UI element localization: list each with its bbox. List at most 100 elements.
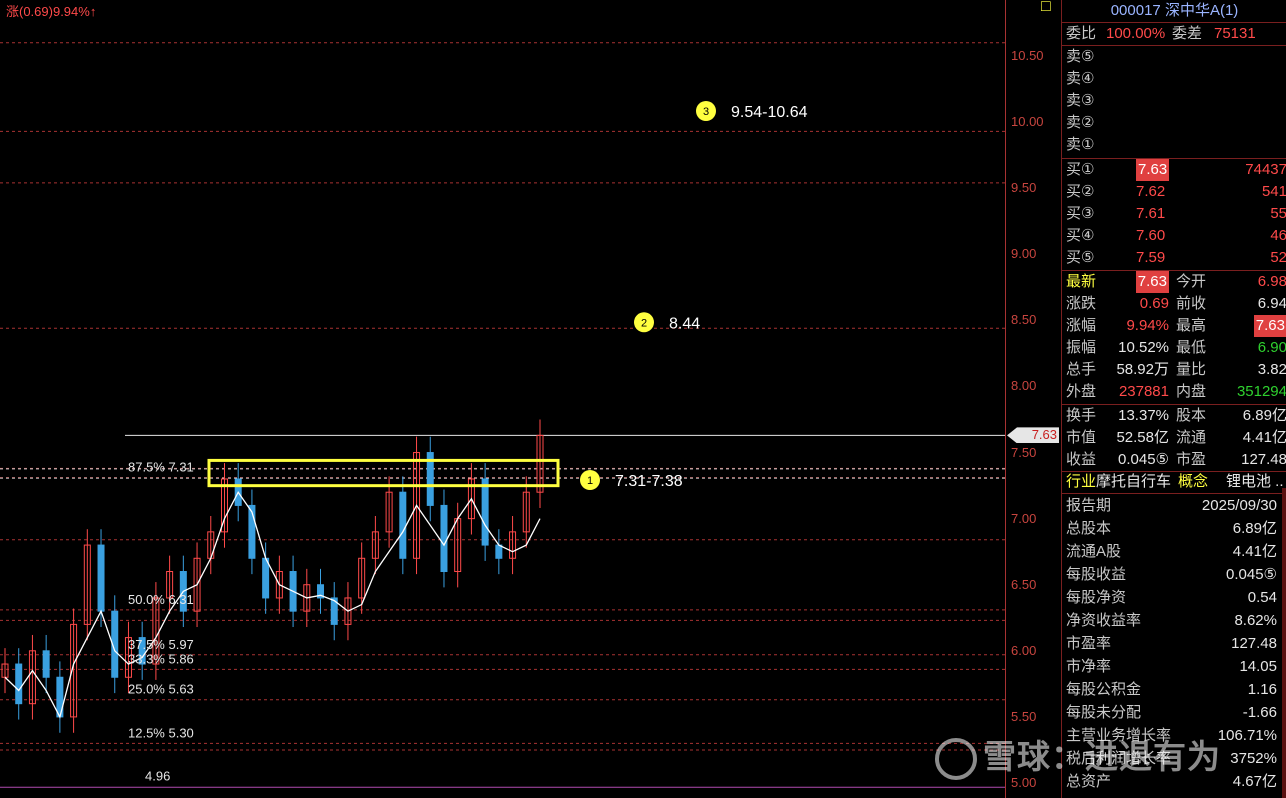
stat-row: 涨幅 9.94% 最高 7.63 xyxy=(1062,315,1286,337)
finance-label: 每股收益 xyxy=(1066,566,1127,583)
sell-row[interactable]: 卖① xyxy=(1062,134,1286,156)
stat-label: 最低 xyxy=(1176,339,1207,356)
target-marker[interactable]: 2 8.44 xyxy=(634,312,700,333)
stat-value: 3.82 xyxy=(1257,361,1286,378)
buy-row[interactable]: 买⑤ 7.59 52 xyxy=(1062,247,1286,269)
stat-label: 今开 xyxy=(1176,273,1207,290)
finance-label: 报告期 xyxy=(1066,497,1112,514)
kline-svg[interactable]: 87.5% 7.31 50.0% 6.31 37.5% 5.9733.3% 5.86… xyxy=(0,0,1005,798)
finance-row: 市盈率 127.48 xyxy=(1062,632,1286,655)
finance-row: 流通A股 4.41亿 xyxy=(1062,540,1286,563)
kline-chart[interactable]: 87.5% 7.31 50.0% 6.31 37.5% 5.97 33.3% 5.86… xyxy=(0,0,1005,798)
buy-volume: 74437 xyxy=(1245,161,1286,178)
finance-row: 每股净资 0.54 xyxy=(1062,586,1286,609)
finance-row: 市净率 14.05 xyxy=(1062,655,1286,678)
buy-volume: 541 xyxy=(1261,183,1286,200)
buy-volume: 55 xyxy=(1270,205,1286,222)
finance-value: 8.62% xyxy=(1234,612,1277,629)
industry-value[interactable]: 摩托自行车 xyxy=(1096,471,1171,493)
finance-value: 3752% xyxy=(1230,750,1277,767)
axis-tick-label: 6.00 xyxy=(1011,642,1037,658)
stat-label: 总手 xyxy=(1066,361,1097,378)
buy-row[interactable]: 买④ 7.60 46 xyxy=(1062,225,1286,247)
axis-tick-label: 7.00 xyxy=(1011,510,1037,526)
finance-label: 流通A股 xyxy=(1066,543,1122,560)
axis-tick-label: 10.50 xyxy=(1011,48,1044,63)
sell-row[interactable]: 卖⑤ xyxy=(1062,46,1286,68)
finance-row: 报告期 2025/09/30 xyxy=(1062,494,1286,517)
finance-value: 4.41亿 xyxy=(1232,543,1277,560)
stat-row: 收益 0.045⑤ 市盈 127.48 xyxy=(1062,449,1286,471)
buy-volume: 46 xyxy=(1270,227,1286,244)
weicha-value: 75131 xyxy=(1214,25,1256,42)
finance-value: 106.71% xyxy=(1217,727,1277,744)
finance-label: 市净率 xyxy=(1066,658,1112,675)
industry-row: 行业 摩托自行车 概念 锂电池 .. xyxy=(1062,471,1286,493)
sell-row[interactable]: 卖② xyxy=(1062,112,1286,134)
weicha-label: 委差 xyxy=(1172,25,1203,42)
stat-value: 7.63 xyxy=(1135,271,1169,293)
stat-value: 13.37% xyxy=(1118,407,1169,424)
stat-value: 4.41亿 xyxy=(1242,429,1286,446)
buy-label: 买④ xyxy=(1066,227,1095,244)
stat-row: 外盘 237881 内盘 351294 xyxy=(1062,381,1286,403)
low-value-label: 4.96 xyxy=(145,768,170,783)
candle-body xyxy=(262,557,270,599)
stat-label: 收益 xyxy=(1066,451,1097,468)
buy-row[interactable]: 买③ 7.61 55 xyxy=(1062,203,1286,225)
buy-price: 7.60 xyxy=(1136,227,1166,244)
watermark-text: 雪球：进退有为 xyxy=(983,738,1221,775)
stat-label: 外盘 xyxy=(1066,383,1097,400)
target-number: 2 xyxy=(641,317,647,329)
buy-row[interactable]: 买② 7.62 541 xyxy=(1062,181,1286,203)
stat-value: 10.52% xyxy=(1118,339,1169,356)
finance-row: 总股本 6.89亿 xyxy=(1062,517,1286,540)
panel-scrollbar[interactable] xyxy=(1282,488,1286,798)
watermark: 雪球：进退有为 xyxy=(935,730,1221,781)
stat-label: 量比 xyxy=(1176,361,1207,378)
concept-value[interactable]: 锂电池 .. xyxy=(1226,471,1284,493)
header-change-text: 涨(0.69)9.94%↑ xyxy=(6,4,97,19)
stat-label: 市盈 xyxy=(1176,451,1207,468)
finance-row: 每股收益 0.045⑤ xyxy=(1062,563,1286,586)
target-marker[interactable]: 3 9.54-10.64 xyxy=(696,101,808,121)
candle-body xyxy=(97,544,105,612)
finance-label: 每股公积金 xyxy=(1066,681,1142,698)
stat-label: 涨跌 xyxy=(1066,295,1097,312)
buy-label: 买③ xyxy=(1066,205,1095,222)
stat-label: 市值 xyxy=(1066,429,1097,446)
stock-title[interactable]: 000017 深中华A(1) xyxy=(1062,0,1286,22)
axis-tick-label: 6.50 xyxy=(1011,576,1037,592)
fib-level-label: 87.5% 7.31 xyxy=(128,460,194,475)
sell-label: 卖④ xyxy=(1066,70,1095,87)
candle-body xyxy=(481,478,489,546)
fib-level-label: 33.3% 5.86 xyxy=(128,651,194,666)
resistance-zone-box[interactable] xyxy=(207,458,560,488)
current-price-tag: 7.63 xyxy=(1007,427,1059,444)
stat-label: 换手 xyxy=(1066,407,1097,424)
sell-label: 卖② xyxy=(1066,114,1095,131)
sell-row[interactable]: 卖③ xyxy=(1062,90,1286,112)
stat-value: 351294 xyxy=(1236,383,1286,400)
stat-value: 52.58亿 xyxy=(1116,429,1169,446)
buy-label: 买⑤ xyxy=(1066,249,1095,266)
target-number: 1 xyxy=(587,475,593,487)
stat-label: 最高 xyxy=(1176,317,1207,334)
buy-row[interactable]: 买① 7.63 74437 xyxy=(1062,159,1286,181)
target-marker[interactable]: 1 7.31-7.38 xyxy=(580,470,683,490)
axis-tick-label: 8.00 xyxy=(1011,378,1037,394)
finance-label: 总股本 xyxy=(1066,520,1112,537)
price-axis: □ 10.50 10.00 9.50 9.00 8.50 8.00 7.50 7.00 6.50… xyxy=(1005,0,1060,798)
stat-value: 7.63 xyxy=(1253,315,1286,337)
stat-label: 流通 xyxy=(1176,429,1207,446)
axis-tick-label: 10.00 xyxy=(1011,114,1044,130)
sell-row[interactable]: 卖④ xyxy=(1062,68,1286,90)
layout-toggle-icon[interactable]: □ xyxy=(1041,0,1051,16)
finance-value: -1.66 xyxy=(1242,704,1277,721)
finance-value: 14.05 xyxy=(1239,658,1277,675)
sell-label: 卖⑤ xyxy=(1066,48,1095,65)
finance-label: 净资收益率 xyxy=(1066,612,1142,629)
stat-value: 0.69 xyxy=(1139,295,1169,312)
finance-value: 4.67亿 xyxy=(1232,773,1277,790)
sell-label: 卖③ xyxy=(1066,92,1095,109)
